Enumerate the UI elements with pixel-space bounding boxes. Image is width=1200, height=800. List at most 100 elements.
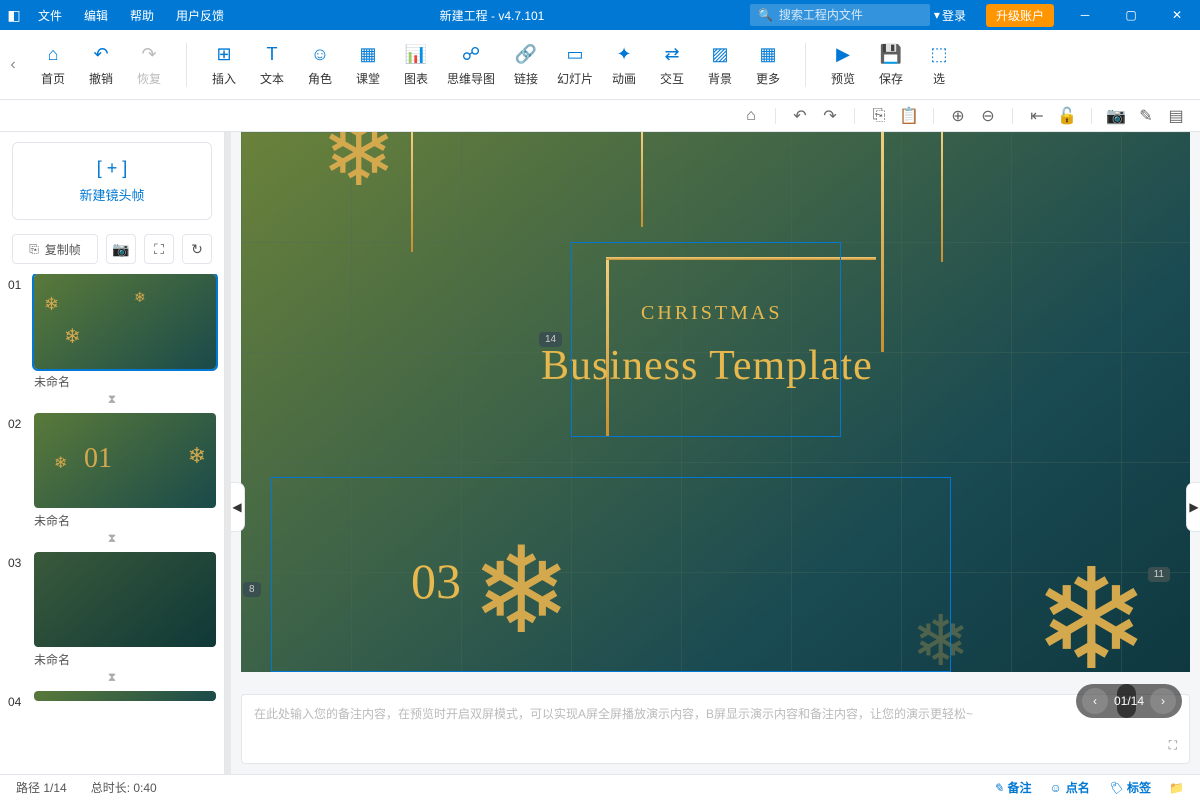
frame-thumb-1[interactable]: ❄❄❄ [34,274,216,369]
frame-thumb-3[interactable] [34,552,216,647]
ribbon-save[interactable]: 💾保存 [868,35,914,95]
canvas[interactable]: ❄ ❄ ❄ ❄ CHRISTMAS Business Template 03 1… [241,132,1190,672]
minimize-button[interactable]: ─ [1062,0,1108,30]
status-like-button[interactable]: ☺点名 [1050,779,1090,796]
pager: ‹ 01/14 › [1076,684,1182,718]
menu-feedback[interactable]: 用户反馈 [166,3,234,28]
selection-box-2[interactable] [271,477,951,672]
selection-box[interactable] [571,242,841,437]
status-notes-button[interactable]: ✎备注 [993,779,1031,796]
frame-item-2[interactable]: 0201❄❄ 未命名 ⧗ [8,413,216,546]
tool-layout-icon[interactable]: ▤ [1166,106,1186,126]
frame-item-1[interactable]: 01❄❄❄ 未命名 ⧗ [8,274,216,407]
upgrade-button[interactable]: 升级账户 [986,4,1054,27]
ribbon-select[interactable]: ⬚选 [916,35,962,95]
pager-next[interactable]: › [1150,688,1176,714]
app-logo: ◧ [0,1,28,29]
copy-frame-button[interactable]: ⎘复制帧 [12,234,98,264]
badge-11: 11 [1148,567,1170,582]
ribbon-mindmap[interactable]: ☍思维导图 [441,35,501,95]
star-icon: ✦ [612,42,636,66]
maximize-button[interactable]: ▢ [1108,0,1154,30]
timer-icon: ⧗ [8,670,216,685]
bg-icon: ▨ [708,42,732,66]
play-icon: ▶ [831,42,855,66]
tool-rotate-right-icon[interactable]: ↷ [820,106,840,126]
frame-item-4[interactable]: 04 [8,691,216,709]
mindmap-icon: ☍ [459,42,483,66]
badge-8: 8 [243,582,261,597]
new-frame-button[interactable]: [ + ] 新建镜头帧 [12,142,212,220]
badge-14: 14 [539,332,562,347]
ribbon-chart[interactable]: 📊图表 [393,35,439,95]
tool-copy-icon[interactable]: ⎘ [869,106,889,126]
status-tag-button[interactable]: 🏷标签 [1108,779,1151,796]
frame-thumb-2[interactable]: 01❄❄ [34,413,216,508]
text-icon: T [260,42,284,66]
tag-icon: 🏷 [1108,781,1123,795]
status-path: 路径 1/14 [16,779,67,796]
class-icon: ▦ [356,42,380,66]
tool-align-icon[interactable]: ⇤ [1027,106,1047,126]
tool-zoomout-icon[interactable]: ⊖ [978,106,998,126]
search-icon: 🔍 [758,8,773,22]
pager-text: 01/14 [1114,694,1144,708]
notes-area[interactable]: 在此处输入您的备注内容，在预览时开启双屏模式，可以实现A屏全屏播放演示内容，B屏… [241,694,1190,764]
frame-thumb-4[interactable] [34,691,216,701]
tool-camera-icon[interactable]: 📷 [1106,106,1126,126]
slide-icon: ▭ [563,42,587,66]
menu-file[interactable]: 文件 [28,3,72,28]
window-title: 新建工程 - v4.7.101 [234,7,750,24]
ribbon-undo[interactable]: ↶撤销 [78,35,124,95]
copy-icon: ⎘ [29,242,39,257]
ribbon-bg[interactable]: ▨背景 [697,35,743,95]
ribbon-slide[interactable]: ▭幻灯片 [551,35,599,95]
status-duration: 总时长: 0:40 [91,779,157,796]
refresh-button[interactable]: ↻ [182,234,212,264]
chart-icon: 📊 [404,42,428,66]
timer-icon: ⧗ [8,392,216,407]
ribbon-scroll-left[interactable]: ‹ [4,35,22,95]
interact-icon: ⇄ [660,42,684,66]
grid-icon: ▦ [756,42,780,66]
ribbon-more[interactable]: ▦更多 [745,35,791,95]
ribbon-interact[interactable]: ⇄交互 [649,35,695,95]
insert-icon: ⊞ [212,42,236,66]
ribbon-role[interactable]: ☺角色 [297,35,343,95]
person-icon: ☺ [308,42,332,66]
tool-edit-icon[interactable]: ✎ [1136,106,1156,126]
login-button[interactable]: 登录 [930,7,978,24]
ribbon-insert[interactable]: ⊞插入 [201,35,247,95]
menu-edit[interactable]: 编辑 [74,3,118,28]
pager-prev[interactable]: ‹ [1082,688,1108,714]
home-icon: ⌂ [41,42,65,66]
ribbon-home[interactable]: ⌂首页 [30,35,76,95]
expand-icon[interactable]: ⛶ [1169,738,1177,753]
save-icon: 💾 [879,42,903,66]
tool-rotate-left-icon[interactable]: ↶ [790,106,810,126]
ribbon-text[interactable]: T文本 [249,35,295,95]
ribbon-redo[interactable]: ↷恢复 [126,35,172,95]
frame-item-3[interactable]: 03 未命名 ⧗ [8,552,216,685]
tool-paste-icon[interactable]: 📋 [899,106,919,126]
search-box[interactable]: 🔍 ▾ [750,4,930,26]
close-button[interactable]: ✕ [1154,0,1200,30]
status-folder-icon[interactable]: 📁 [1169,781,1184,795]
ribbon-anim[interactable]: ✦动画 [601,35,647,95]
camera-button[interactable]: 📷 [106,234,136,264]
tool-lock-icon[interactable]: 🔓 [1057,106,1077,126]
ribbon-link[interactable]: 🔗链接 [503,35,549,95]
ribbon-preview[interactable]: ▶预览 [820,35,866,95]
search-input[interactable] [779,8,934,22]
tool-zoomin-icon[interactable]: ⊕ [948,106,968,126]
undo-icon: ↶ [89,42,113,66]
menu-help[interactable]: 帮助 [120,3,164,28]
collapse-left-button[interactable]: ◀ [231,482,245,532]
select-icon: ⬚ [927,42,951,66]
redo-icon: ↷ [137,42,161,66]
note-icon: ✎ [993,781,1003,795]
scan-button[interactable]: ⛶ [144,234,174,264]
ribbon-class[interactable]: ▦课堂 [345,35,391,95]
tool-home-icon[interactable]: ⌂ [741,106,761,126]
collapse-right-button[interactable]: ▶ [1186,482,1200,532]
